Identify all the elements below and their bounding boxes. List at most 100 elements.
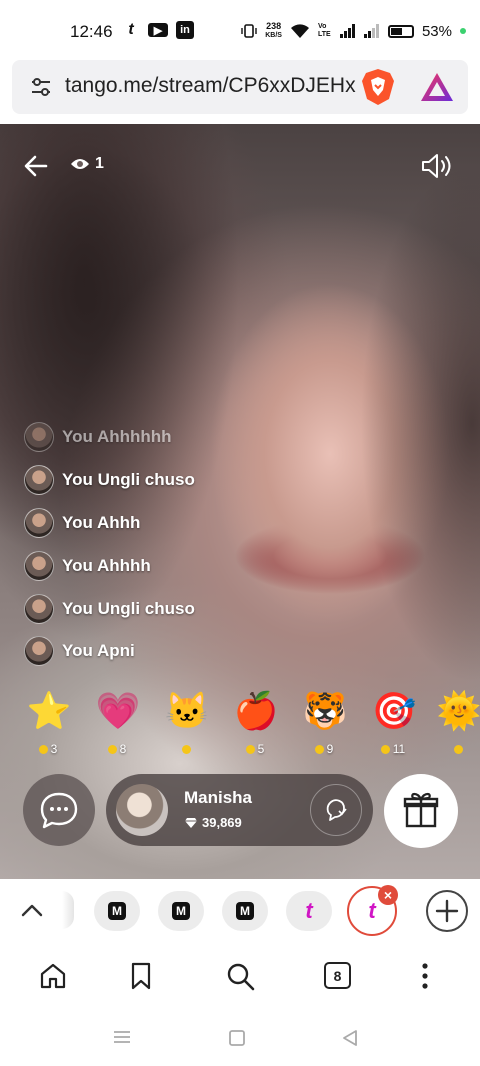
medium-icon: M [236,902,254,920]
follow-button[interactable] [310,784,362,836]
brave-shields-icon[interactable] [361,68,395,106]
gift-price: 5 [227,742,283,756]
gift-price-value: 11 [392,742,406,756]
gift-price: 8 [89,742,145,756]
chat-bubble-icon [40,792,78,829]
chat-message: You Ahhhhhh [24,416,324,459]
host-name: Manisha [184,788,253,807]
apple-gift-icon: 🍎 [233,690,279,731]
url-text[interactable]: tango.me/stream/CP6xxDJEHx [65,74,361,98]
chat-messages: You Ahhhhhh You Ungli chuso You Ahhh You… [24,416,324,673]
tab-strip: M M M t t × [0,879,480,943]
battery-percent: 53% [421,22,452,40]
chat-message: You Ungli chuso [24,587,324,630]
chat-avatar [24,550,54,581]
more-menu-icon[interactable] [410,961,440,991]
chat-message: You Ungli chuso [24,459,324,502]
vibrate-icon [241,24,257,38]
bookmark-icon[interactable] [126,961,156,991]
network-speed: 238 KB/S [265,22,282,40]
speaker-icon[interactable] [420,152,454,180]
gift-item[interactable]: 🐱 [158,684,214,764]
gift-price [430,742,480,756]
battery-fill [390,27,402,35]
host-avatar[interactable] [116,784,168,836]
gift-price-value: 8 [119,742,127,756]
chevron-up-icon[interactable] [19,899,45,921]
gift-item[interactable]: 🎯 11 [365,684,421,764]
chat-message-text: You Ungli chuso [62,470,195,490]
signal-icon [339,24,355,38]
chat-message: You Ahhh [24,502,324,545]
tab-chip-overflow [62,891,74,929]
gift-icon [403,792,439,828]
send-gift-button[interactable] [384,774,458,848]
gift-price-value: 9 [326,742,334,756]
medium-icon: M [108,902,126,920]
gift-price: 9 [296,742,352,756]
star-gift-icon: ⭐ [26,690,72,731]
new-tab-button[interactable] [426,890,468,932]
gift-price: 11 [365,742,421,756]
back-arrow-icon[interactable] [22,152,50,180]
cat-gift-icon: 🐱 [164,690,210,731]
network-speed-value: 238 [266,21,282,31]
chat-avatar [24,507,54,538]
tab-switcher-button[interactable]: 8 [324,962,351,989]
tab-chip[interactable]: M [94,891,140,931]
sun-gift-icon: 🌞 [436,690,480,731]
tango-icon: t [128,21,134,38]
tab-chip[interactable]: M [222,891,268,931]
chat-message-text: You Ungli chuso [62,598,195,618]
coin-icon [453,745,463,754]
brave-rewards-icon[interactable] [420,71,454,103]
address-bar[interactable]: tango.me/stream/CP6xxDJEHx [12,60,468,114]
gift-item[interactable]: 💗 8 [89,684,145,764]
tango-icon: t [368,898,376,923]
viewer-count: 1 [95,155,104,172]
coin-icon [38,745,48,754]
chat-avatar [24,465,54,496]
chat-button[interactable] [23,774,95,846]
volte-label: Vo LTE [317,23,331,38]
gift-item[interactable]: 🌞 [430,684,480,764]
battery-icon [387,24,414,38]
gift-strip: ⭐ 3 💗 8 🐱 🍎 5 🐯 9 🎯 11 🌞 [0,684,480,764]
site-settings-icon[interactable] [30,77,52,97]
system-navigation-bar [0,1009,480,1066]
chat-message-text: You Apni [62,641,135,661]
gift-price-value: 5 [257,742,265,756]
back-triangle-icon[interactable] [341,1029,359,1047]
search-icon[interactable] [225,961,255,991]
tab-chip[interactable]: M [158,891,204,931]
chat-message-text: You Ahhh [62,512,141,532]
chat-message: You Apni [24,630,324,673]
coin-icon [314,745,324,754]
gift-item[interactable]: 🍎 5 [227,684,283,764]
recent-apps-icon[interactable] [112,1029,132,1045]
chat-message: You Ahhhh [24,544,324,587]
live-stream-video[interactable]: 1 You Ahhhhhh You Ungli chuso You Ahhh Y… [0,124,480,879]
chat-avatar [24,636,54,667]
tab-chip[interactable]: t [286,891,332,931]
close-tab-icon[interactable]: × [378,885,398,905]
coin-icon [380,745,390,754]
youtube-icon: ▶ [148,23,168,37]
chat-avatar [24,593,54,624]
diamond-icon [185,817,197,828]
video-shadow [360,164,480,684]
medium-icon: M [172,902,190,920]
coin-icon [181,745,191,754]
status-time: 12:46 [70,22,113,41]
gift-item[interactable]: 🐯 9 [296,684,352,764]
wifi-icon [290,24,309,38]
coin-icon [107,745,117,754]
home-square-icon[interactable] [228,1029,246,1047]
chat-message-text: You Ahhhhhh [62,427,172,447]
coin-icon [245,745,255,754]
gift-item[interactable]: ⭐ 3 [20,684,76,764]
status-indicators: 238 KB/S Vo LTE 53% [241,22,466,40]
linkedin-icon: in [176,21,194,39]
host-profile-card[interactable]: Manisha 39,869 [106,774,373,846]
home-icon[interactable] [38,961,68,991]
